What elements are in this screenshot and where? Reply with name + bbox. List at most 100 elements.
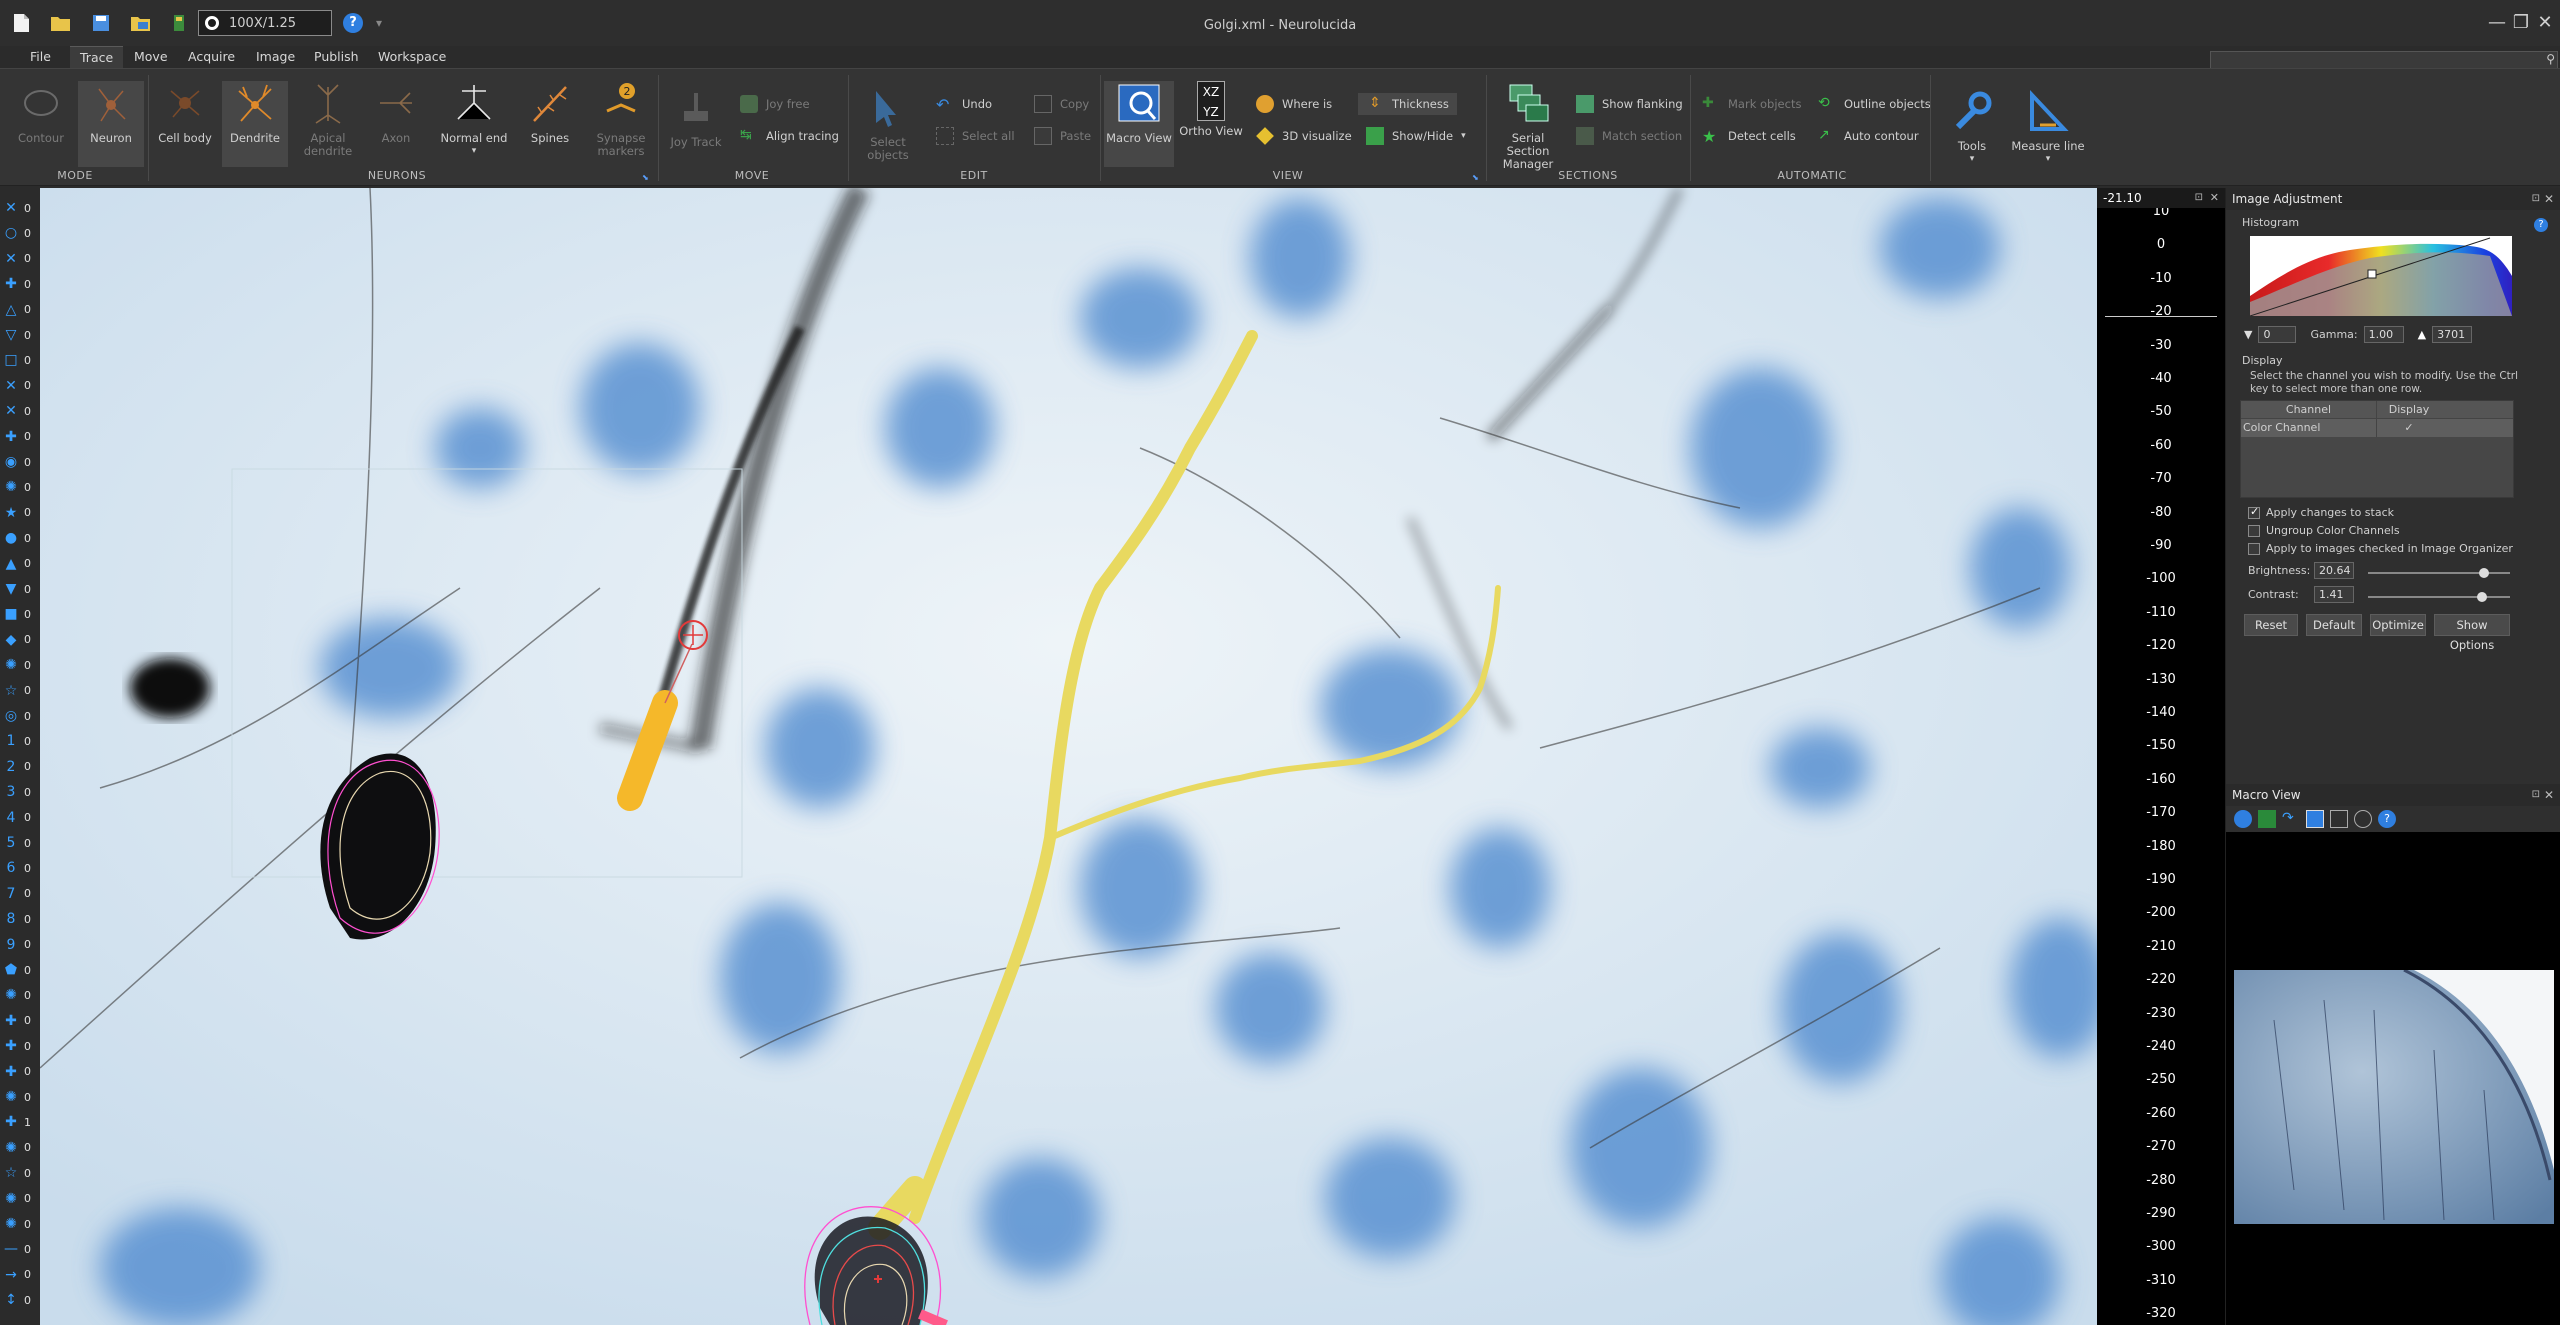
menu-workspace[interactable]: Workspace xyxy=(368,46,456,68)
ungroup-checkbox[interactable]: Ungroup Color Channels xyxy=(2248,524,2400,537)
marker-tool[interactable]: ✺ 0 xyxy=(2,983,38,1007)
marker-tool[interactable]: ✚ 0 xyxy=(2,1009,38,1033)
black-point-icon[interactable]: ▼ xyxy=(2244,328,2252,341)
synapse-markers-button[interactable]: 2 Synapse markers xyxy=(588,81,654,158)
marker-tool[interactable]: ✚ 1 xyxy=(2,1110,38,1134)
open-image-icon[interactable] xyxy=(128,10,154,36)
tools-button[interactable]: Tools ▾ xyxy=(1940,89,2004,166)
marker-tool[interactable]: ● 0 xyxy=(2,526,38,550)
marker-tool[interactable]: ▼ 0 xyxy=(2,577,38,601)
save-icon[interactable] xyxy=(88,10,114,36)
display-cell[interactable]: ✓ xyxy=(2377,419,2441,437)
brightness-slider-knob[interactable] xyxy=(2479,568,2490,578)
marker-tool[interactable]: ◎ 0 xyxy=(2,704,38,728)
view-expand-icon[interactable]: ⬊ xyxy=(1472,173,1479,182)
apply-stack-checkbox[interactable]: Apply changes to stack xyxy=(2248,505,2394,519)
show-options-button[interactable]: Show Options xyxy=(2434,614,2510,652)
measure-line-button[interactable]: Measure line ▾ xyxy=(2010,89,2086,166)
black-value-field[interactable]: 0 xyxy=(2258,326,2297,343)
marker-tool[interactable]: ↕ 0 xyxy=(2,1288,38,1312)
channel-table[interactable]: Channel Display Color Channel ✓ xyxy=(2240,400,2514,498)
marker-tool[interactable]: ◆ 0 xyxy=(2,628,38,652)
marker-tool[interactable]: 50 xyxy=(2,831,38,855)
marker-tool[interactable]: ✕ 0 xyxy=(2,196,38,220)
fit-icon[interactable] xyxy=(2258,810,2276,828)
marker-tool[interactable]: ✺ 0 xyxy=(2,653,38,677)
histogram-chart[interactable] xyxy=(2250,236,2512,316)
marker-tool[interactable]: ✕ 0 xyxy=(2,374,38,398)
menu-acquire[interactable]: Acquire xyxy=(178,46,245,68)
contrast-field[interactable]: 1.41 xyxy=(2314,586,2354,603)
marker-tool[interactable]: ▲ 0 xyxy=(2,552,38,576)
ribbon-search-input[interactable]: ⚲ xyxy=(2210,51,2558,69)
outline-objects-button[interactable]: ⟲ Outline objects xyxy=(1818,93,1931,115)
marker-tool[interactable]: ◉ 0 xyxy=(2,450,38,474)
marker-tool[interactable]: ✚ 0 xyxy=(2,425,38,449)
dendrite-button[interactable]: Dendrite xyxy=(222,81,288,167)
contour-mode-button[interactable]: Contour xyxy=(6,81,76,145)
marker-tool[interactable]: ★ 0 xyxy=(2,501,38,525)
ortho-view-button[interactable]: XZ YZ Ortho View xyxy=(1176,81,1246,138)
maximize-icon[interactable]: ❐ xyxy=(2510,12,2532,33)
redo-icon[interactable]: ↷ xyxy=(2282,810,2300,828)
marker-tool[interactable]: ✺ 0 xyxy=(2,1136,38,1160)
normal-end-button[interactable]: Normal end ▾ xyxy=(436,81,512,158)
optimize-button[interactable]: Optimize xyxy=(2370,614,2426,636)
marker-tool[interactable]: 40 xyxy=(2,806,38,830)
marker-tool[interactable]: 70 xyxy=(2,882,38,906)
close-icon[interactable]: ✕ xyxy=(2210,188,2219,208)
marker-tool[interactable]: △ 0 xyxy=(2,298,38,322)
auto-contour-button[interactable]: ↗ Auto contour xyxy=(1818,125,1919,147)
microscope-image[interactable] xyxy=(40,188,2097,1325)
marker-tool[interactable]: ✕ 0 xyxy=(2,247,38,271)
marker-tool[interactable]: 60 xyxy=(2,856,38,880)
macro-view-button[interactable]: Macro View xyxy=(1104,81,1174,167)
marker-tool[interactable]: ☆ 0 xyxy=(2,679,38,703)
macro-thumbnail[interactable] xyxy=(2234,970,2554,1224)
pin-icon[interactable]: ⊡ xyxy=(2532,188,2540,210)
menu-publish[interactable]: Publish xyxy=(304,46,369,68)
marker-tool[interactable]: 20 xyxy=(2,755,38,779)
paste-button[interactable]: Paste xyxy=(1034,125,1091,147)
macro-view-canvas[interactable] xyxy=(2226,832,2560,1325)
z-ruler[interactable]: 10 0 -10 -20 -30 -40 -50 -60 -70 -80 -90 -100 -110 -1… xyxy=(2097,188,2225,1325)
copy-button[interactable]: Copy xyxy=(1034,93,1089,115)
undo-button[interactable]: ↶ Undo xyxy=(936,93,992,115)
select-all-button[interactable]: Select all xyxy=(936,125,1015,147)
marker-tool[interactable]: ⬟ 0 xyxy=(2,958,38,982)
reset-button[interactable]: Reset xyxy=(2244,614,2298,636)
marker-tool[interactable]: —0 xyxy=(2,1237,38,1261)
zoom-in-icon[interactable] xyxy=(2234,810,2252,828)
white-value-field[interactable]: 3701 xyxy=(2432,326,2473,343)
eye-icon[interactable] xyxy=(2354,810,2372,828)
contrast-slider[interactable] xyxy=(2368,592,2510,602)
marker-tool[interactable]: 80 xyxy=(2,907,38,931)
marker-tool[interactable]: ✚ 0 xyxy=(2,272,38,296)
match-section-button[interactable]: Match section xyxy=(1576,125,1682,147)
apply-organizer-checkbox[interactable]: Apply to images checked in Image Organiz… xyxy=(2248,542,2513,555)
neurons-expand-icon[interactable]: ⬊ xyxy=(642,173,649,182)
brightness-field[interactable]: 20.64 xyxy=(2314,562,2354,579)
display-icon[interactable] xyxy=(2306,810,2324,828)
marker-tool[interactable]: ✺ 0 xyxy=(2,1085,38,1109)
thickness-button[interactable]: ⇕ Thickness xyxy=(1358,93,1457,115)
marker-tool[interactable]: ✕ 0 xyxy=(2,399,38,423)
joy-track-button[interactable]: Joy Track xyxy=(664,85,728,149)
new-file-icon[interactable] xyxy=(8,10,34,36)
marker-tool[interactable]: □ 0 xyxy=(2,348,38,372)
marker-tool[interactable]: ○ 0 xyxy=(2,221,38,245)
apical-dendrite-button[interactable]: Apical dendrite xyxy=(294,81,362,158)
menu-trace[interactable]: Trace xyxy=(70,46,124,68)
axon-button[interactable]: Axon xyxy=(366,81,426,145)
marker-tool[interactable]: 10 xyxy=(2,729,38,753)
pin-icon[interactable]: ⊡ xyxy=(2195,188,2203,208)
menu-file[interactable]: File xyxy=(20,46,61,68)
cell-body-button[interactable]: Cell body xyxy=(152,81,218,145)
marker-tool[interactable]: ▽ 0 xyxy=(2,323,38,347)
table-row[interactable]: Color Channel ✓ xyxy=(2241,419,2513,437)
minimize-icon[interactable]: — xyxy=(2486,12,2508,33)
neuron-mode-button[interactable]: Neuron xyxy=(78,81,144,167)
help-icon[interactable]: ? xyxy=(2378,810,2396,828)
menu-move[interactable]: Move xyxy=(124,46,178,68)
joy-free-button[interactable]: Joy free xyxy=(740,93,810,115)
